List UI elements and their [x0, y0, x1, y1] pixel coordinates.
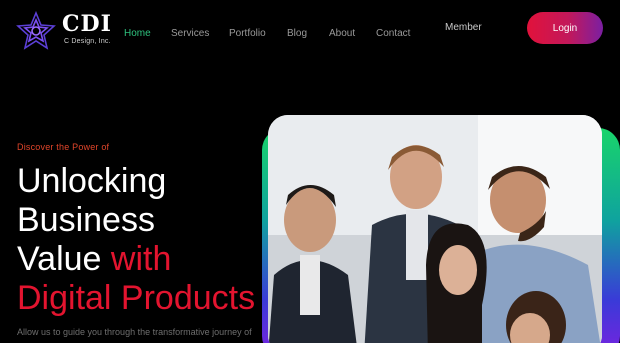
nav-item-home[interactable]: Home — [124, 28, 151, 39]
brand-tagline: C Design, Inc. — [64, 38, 111, 45]
nav-item-services[interactable]: Services — [171, 28, 209, 39]
hero-image — [268, 115, 602, 343]
hero-subtext: Allow us to guide you through the transf… — [17, 327, 252, 337]
nav-item-contact[interactable]: Contact — [376, 28, 410, 39]
nav-item-about[interactable]: About — [329, 28, 355, 39]
nav-item-portfolio[interactable]: Portfolio — [229, 28, 266, 39]
nav-item-blog[interactable]: Blog — [287, 28, 307, 39]
headline-line-3: Value with — [17, 240, 255, 279]
login-button[interactable]: Login — [527, 12, 603, 44]
headline-line-4: Digital Products — [17, 279, 256, 317]
hero-headline: Unlocking Business Value with Digital Pr… — [17, 162, 255, 318]
hero-eyebrow: Discover the Power of — [17, 142, 110, 152]
headline-line-2: Business — [17, 201, 155, 239]
headline-with: with — [110, 240, 172, 278]
brand-name[interactable]: CDI — [62, 13, 112, 35]
member-link[interactable]: Member — [445, 22, 482, 33]
team-photo-illustration — [268, 115, 602, 343]
logo-icon[interactable] — [16, 10, 56, 51]
login-button-label: Login — [552, 22, 578, 34]
headline-line-1: Unlocking — [17, 162, 167, 200]
headline-value: Value — [17, 240, 102, 278]
